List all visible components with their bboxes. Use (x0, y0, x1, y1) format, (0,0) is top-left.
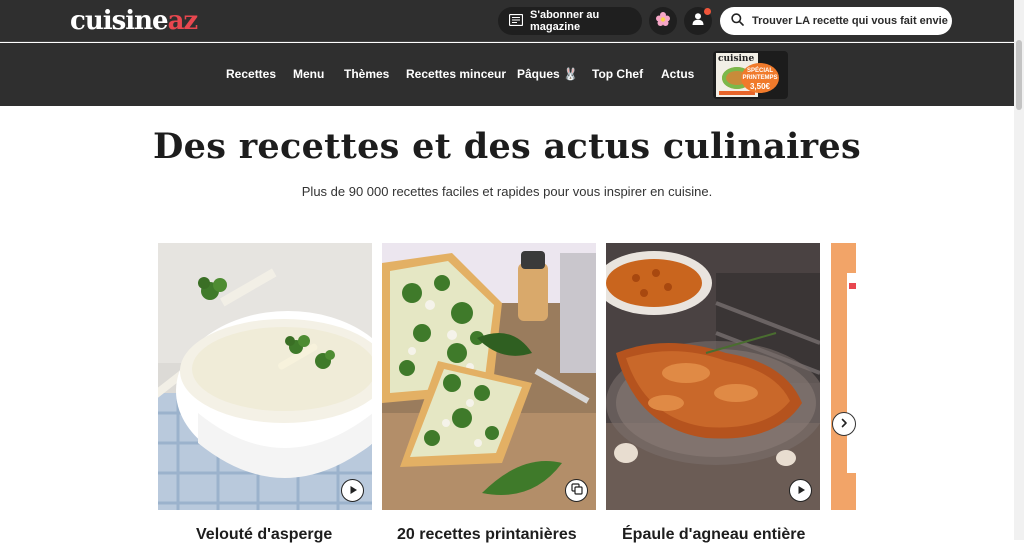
recipe-card-agneau[interactable] (606, 243, 820, 510)
flower-button[interactable] (649, 7, 677, 35)
subscribe-label: S'abonner au magazine (530, 9, 600, 33)
search-icon (731, 13, 744, 29)
user-icon (691, 12, 705, 31)
gallery-icon (570, 482, 583, 500)
magazine-price-badge: SPÉCIAL PRINTEMPS 3,50€ (741, 63, 779, 93)
recipe-card-velute[interactable] (158, 243, 372, 510)
recipe-card-printanieres[interactable] (382, 243, 596, 510)
nav-item-top-chef[interactable]: Top Chef (592, 67, 643, 81)
badge-line-2: PRINTEMPS (742, 75, 778, 81)
partial-card-photo (831, 243, 856, 510)
logo-text: cuisine (70, 6, 169, 36)
notification-dot (704, 8, 711, 15)
soup-photo (158, 243, 372, 510)
nav-item-recettes[interactable]: Recettes (226, 67, 276, 81)
video-badge (789, 479, 812, 502)
top-header: cuisineaz S'abonner au magazine Trouver … (0, 0, 1014, 42)
flower-icon (655, 11, 671, 32)
chevron-right-icon (839, 415, 849, 433)
play-icon (796, 482, 806, 500)
gallery-badge (565, 479, 588, 502)
scrollbar-thumb[interactable] (1016, 40, 1022, 110)
main-navigation: Recettes Menu Thèmes Recettes minceur Pâ… (0, 43, 1014, 106)
logo-accent-text: az (167, 6, 199, 36)
nav-item-themes[interactable]: Thèmes (344, 67, 389, 81)
magazine-icon (508, 13, 524, 29)
magazine-cover-strip (719, 91, 755, 95)
page-subtitle: Plus de 90 000 recettes faciles et rapid… (301, 184, 713, 199)
magazine-cover-title: cuisine (718, 54, 755, 64)
video-badge (341, 479, 364, 502)
site-logo[interactable]: cuisineaz (70, 6, 199, 36)
badge-line-1: SPÉCIAL (746, 68, 773, 74)
subscribe-magazine-button[interactable]: S'abonner au magazine (498, 7, 642, 35)
badge-price: 3,50€ (749, 82, 771, 91)
page-scrollbar[interactable] (1014, 0, 1024, 540)
nav-item-paques[interactable]: Pâques 🐰 (517, 67, 578, 81)
page-title: Des recettes et des actus culinaires (152, 126, 861, 167)
card-title-agneau[interactable]: Épaule d'agneau entière (622, 526, 805, 544)
recipe-card-partial[interactable] (831, 243, 856, 510)
search-placeholder: Trouver LA recette qui vous fait envie (752, 15, 948, 27)
magazine-promo[interactable]: cuisine SPÉCIAL PRINTEMPS 3,50€ (713, 51, 788, 99)
card-title-velute[interactable]: Velouté d'asperge (196, 526, 332, 544)
account-button[interactable] (684, 7, 712, 35)
carousel-next-button[interactable] (832, 412, 856, 436)
nav-item-menu[interactable]: Menu (293, 67, 324, 81)
search-bar[interactable]: Trouver LA recette qui vous fait envie (720, 7, 952, 35)
nav-item-actus[interactable]: Actus (661, 67, 694, 81)
card-title-printanieres[interactable]: 20 recettes printanières (397, 526, 577, 544)
play-icon (348, 482, 358, 500)
lamb-photo (606, 243, 820, 510)
quiche-photo (382, 243, 596, 510)
nav-item-recettes-minceur[interactable]: Recettes minceur (406, 67, 506, 81)
